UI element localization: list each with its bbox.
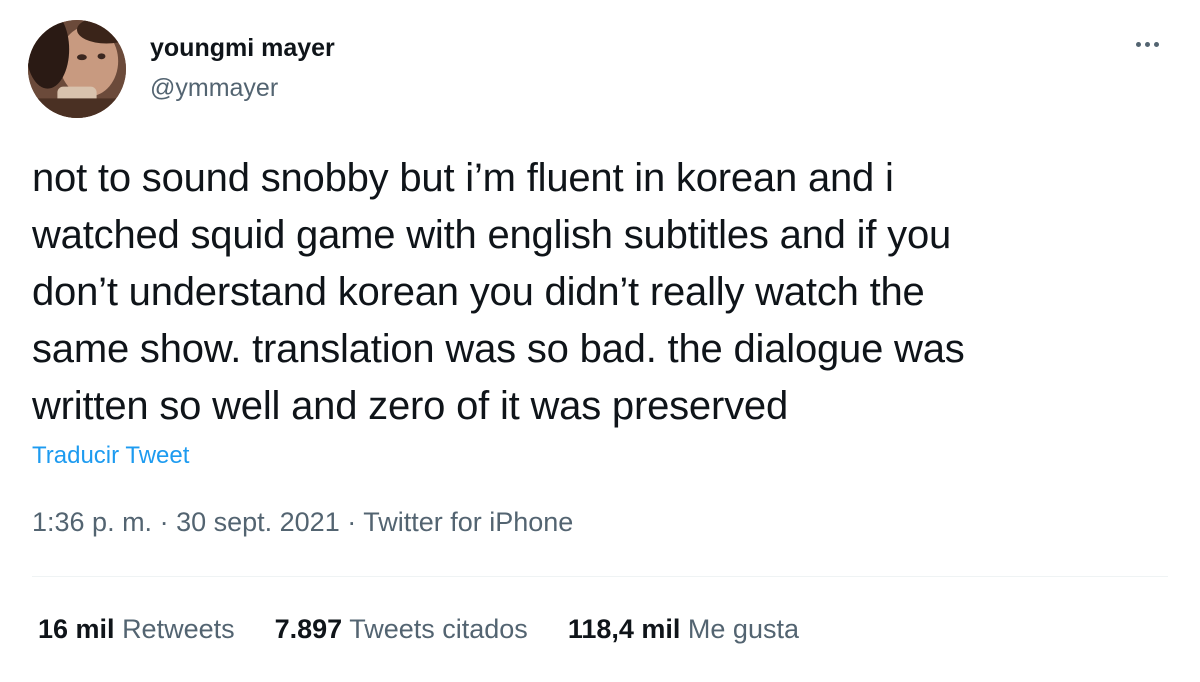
- divider: [32, 576, 1168, 577]
- tweet-source[interactable]: Twitter for iPhone: [363, 507, 573, 537]
- tweet-text: not to sound snobby but i’m fluent in ko…: [32, 150, 1162, 435]
- tweet-text-line: written so well and zero of it was prese…: [32, 384, 788, 428]
- tweet-text-line: don’t understand korean you didn’t reall…: [32, 270, 925, 314]
- likes-stat[interactable]: 118,4 mil Me gusta: [568, 614, 799, 645]
- dot: [1153, 41, 1159, 47]
- stat-label: Retweets: [122, 614, 235, 644]
- stat-number: 7.897: [274, 614, 343, 644]
- user-handle[interactable]: @ymmayer: [150, 74, 278, 103]
- tweet-text-line: not to sound snobby but i’m fluent in ko…: [32, 156, 894, 200]
- dot: [1135, 41, 1141, 47]
- translate-tweet-link[interactable]: Traducir Tweet: [32, 442, 189, 470]
- tweet-time[interactable]: 1:36 p. m.: [32, 507, 152, 537]
- meta-separator: ·: [339, 507, 364, 537]
- avatar[interactable]: [28, 20, 126, 118]
- meta-separator: ·: [152, 507, 177, 537]
- retweets-stat[interactable]: 16 mil Retweets: [38, 614, 235, 645]
- tweet-stats: 16 mil Retweets 7.897 Tweets citados 118…: [38, 614, 839, 645]
- tweet-card: youngmi mayer @ymmayer not to sound snob…: [0, 0, 1200, 682]
- stat-label: Tweets citados: [349, 614, 528, 644]
- tweet-date[interactable]: 30 sept. 2021: [176, 507, 340, 537]
- tweet-text-line: watched squid game with english subtitle…: [32, 213, 952, 257]
- quote-tweets-stat[interactable]: 7.897 Tweets citados: [275, 614, 528, 645]
- tweet-text-line: same show. translation was so bad. the d…: [32, 327, 965, 371]
- dot: [1144, 41, 1150, 47]
- avatar-photo: [28, 20, 126, 118]
- stat-number: 118,4 mil: [567, 614, 681, 644]
- display-name[interactable]: youngmi mayer: [150, 34, 335, 63]
- stat-number: 16 mil: [38, 614, 115, 644]
- tweet-meta: 1:36 p. m. · 30 sept. 2021 · Twitter for…: [32, 507, 573, 538]
- stat-label: Me gusta: [687, 614, 799, 644]
- ellipsis-icon[interactable]: [1130, 32, 1164, 56]
